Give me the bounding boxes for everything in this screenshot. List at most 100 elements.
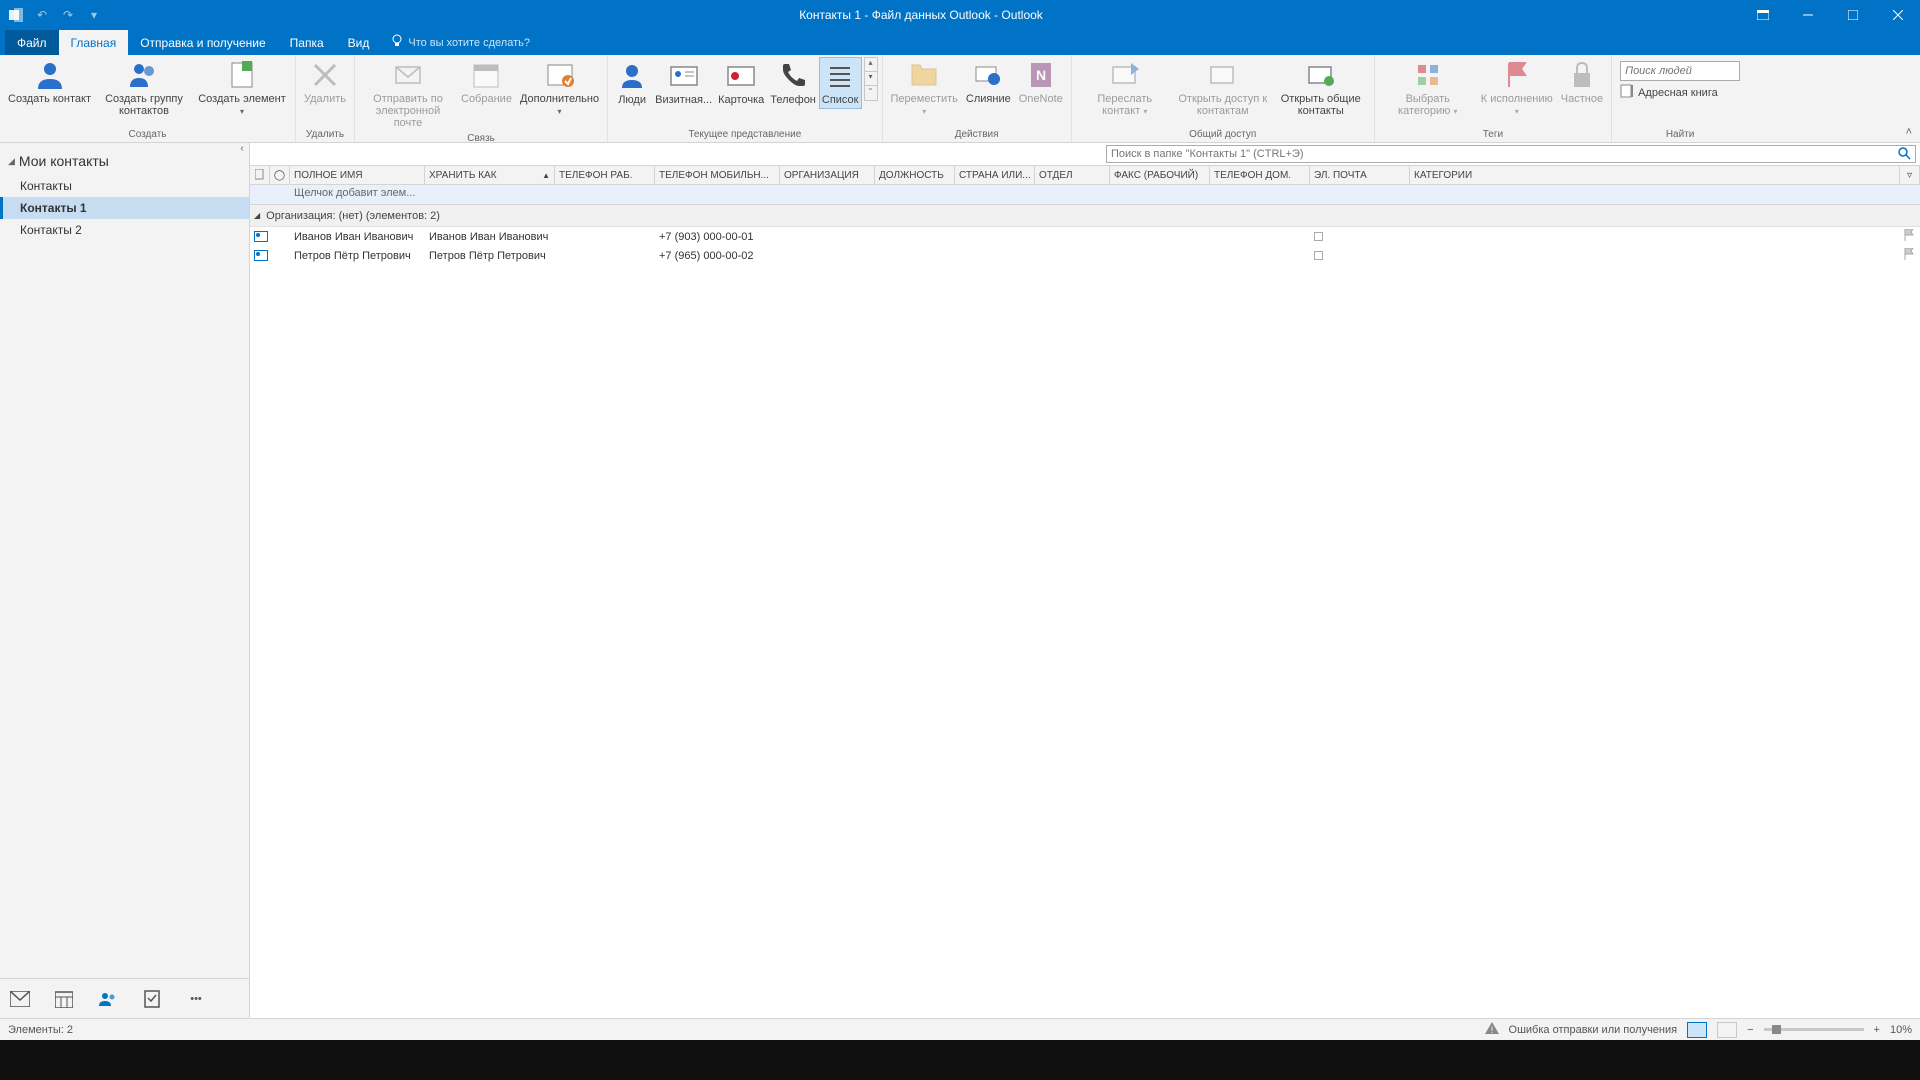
col-categories[interactable]: КАТЕГОРИИ xyxy=(1410,166,1900,184)
sidebar-item[interactable]: Контакты xyxy=(0,175,249,197)
email-checkbox[interactable] xyxy=(1314,251,1323,260)
tell-me-search[interactable]: Что вы хотите сделать? xyxy=(391,30,530,55)
view-list-button[interactable]: Список xyxy=(819,57,862,109)
email-checkbox[interactable] xyxy=(1314,232,1323,241)
view-people-button[interactable]: Люди xyxy=(612,57,652,109)
col-home-phone[interactable]: ТЕЛЕФОН ДОМ. xyxy=(1210,166,1310,184)
col-icon[interactable] xyxy=(250,166,270,184)
col-work-phone[interactable]: ТЕЛЕФОН РАБ. xyxy=(555,166,655,184)
new-contact-button[interactable]: Создать контакт xyxy=(4,57,95,107)
forward-contact-button: Переслать контакт ▾ xyxy=(1076,57,1174,119)
contact-card-icon xyxy=(254,231,268,242)
redo-icon[interactable]: ↷ xyxy=(60,7,76,23)
content-area: ◯ ПОЛНОЕ ИМЯ ХРАНИТЬ КАК▲ ТЕЛЕФОН РАБ. Т… xyxy=(250,143,1920,1018)
mail-merge-button[interactable]: Слияние xyxy=(962,57,1015,107)
ribbon: Создать контакт Создать группу контактов… xyxy=(0,55,1920,143)
nav-bar: ••• xyxy=(0,978,249,1018)
tab-view[interactable]: Вид xyxy=(336,30,382,55)
click-to-add-row[interactable]: Щелчок добавит элем... xyxy=(250,185,1920,205)
navigation-pane: ‹ ◢ Мои контакты КонтактыКонтакты 1Конта… xyxy=(0,143,250,1018)
search-icon[interactable] xyxy=(1893,146,1915,162)
flag-icon[interactable] xyxy=(1904,229,1914,241)
status-bar: Элементы: 2 ! Ошибка отправки или получе… xyxy=(0,1018,1920,1040)
zoom-out-icon[interactable]: − xyxy=(1747,1024,1753,1036)
send-receive-error[interactable]: Ошибка отправки или получения xyxy=(1509,1024,1678,1036)
window-title: Контакты 1 - Файл данных Outlook - Outlo… xyxy=(102,8,1740,22)
sidebar-item[interactable]: Контакты 2 xyxy=(0,219,249,241)
calendar-nav-icon[interactable] xyxy=(54,989,74,1009)
minimize-button[interactable] xyxy=(1785,0,1830,30)
close-button[interactable] xyxy=(1875,0,1920,30)
normal-view-toggle[interactable] xyxy=(1687,1022,1707,1038)
collapse-sidebar-icon[interactable]: ‹ xyxy=(235,143,249,157)
svg-text:N: N xyxy=(1036,67,1046,83)
qat-customize-icon[interactable]: ▾ xyxy=(86,7,102,23)
tasks-nav-icon[interactable] xyxy=(142,989,162,1009)
contact-row[interactable]: Петров Пётр ПетровичПетров Пётр Петрович… xyxy=(250,246,1920,265)
onenote-button: N OneNote xyxy=(1015,57,1067,107)
col-attachment[interactable]: ◯ xyxy=(270,166,290,184)
col-title[interactable]: ДОЛЖНОСТЬ xyxy=(875,166,955,184)
col-mobile[interactable]: ТЕЛЕФОН МОБИЛЬН... xyxy=(655,166,780,184)
folder-search-input[interactable] xyxy=(1107,146,1893,162)
collapse-ribbon-icon[interactable]: ˄ xyxy=(1898,122,1920,142)
view-card-button[interactable]: Карточка xyxy=(715,57,767,109)
col-fullname[interactable]: ПОЛНОЕ ИМЯ xyxy=(290,166,425,184)
warning-icon: ! xyxy=(1485,1022,1499,1037)
col-fax[interactable]: ФАКС (РАБОЧИЙ) xyxy=(1110,166,1210,184)
col-company[interactable]: ОРГАНИЗАЦИЯ xyxy=(780,166,875,184)
tab-send-receive[interactable]: Отправка и получение xyxy=(128,30,277,55)
lightbulb-icon xyxy=(391,34,403,51)
outlook-icon xyxy=(8,7,24,23)
more-nav-icon[interactable]: ••• xyxy=(186,989,206,1009)
group-find-label: Найти xyxy=(1616,127,1744,142)
reading-view-toggle[interactable] xyxy=(1717,1022,1737,1038)
search-people-input[interactable] xyxy=(1620,61,1740,81)
view-gallery-more[interactable]: ▴▾⁼ xyxy=(864,57,878,101)
folder-search[interactable] xyxy=(1106,145,1916,163)
open-shared-button[interactable]: Открыть общие контакты xyxy=(1272,57,1370,119)
caret-down-icon: ◢ xyxy=(8,156,15,167)
address-book-label: Адресная книга xyxy=(1638,87,1718,99)
new-item-button[interactable]: Создать элемент ▾ xyxy=(193,57,291,119)
col-department[interactable]: ОТДЕЛ xyxy=(1035,166,1110,184)
taskbar xyxy=(0,1040,1920,1080)
undo-icon[interactable]: ↶ xyxy=(34,7,50,23)
follow-up-button: К исполнению▾ xyxy=(1477,57,1557,119)
more-comm-button[interactable]: Дополнительно▾ xyxy=(516,57,603,119)
view-phone-button[interactable]: Телефон xyxy=(767,57,819,109)
zoom-slider[interactable] xyxy=(1764,1028,1864,1031)
zoom-in-icon[interactable]: + xyxy=(1874,1024,1880,1036)
tab-folder[interactable]: Папка xyxy=(278,30,336,55)
col-email[interactable]: ЭЛ. ПОЧТА xyxy=(1310,166,1410,184)
flag-icon[interactable] xyxy=(1904,248,1914,260)
col-country[interactable]: СТРАНА ИЛИ... xyxy=(955,166,1035,184)
sidebar-item[interactable]: Контакты 1 xyxy=(0,197,249,219)
group-tags-label: Теги xyxy=(1379,127,1607,142)
contact-row[interactable]: Иванов Иван ИвановичИванов Иван Иванович… xyxy=(250,227,1920,246)
view-business-card-button[interactable]: Визитная... xyxy=(652,57,715,109)
group-header-label: Организация: (нет) (элементов: 2) xyxy=(266,210,440,222)
group-delete-label: Удалить xyxy=(300,127,350,142)
group-header[interactable]: ◢ Организация: (нет) (элементов: 2) xyxy=(250,205,1920,227)
move-button: Переместить▾ xyxy=(887,57,962,119)
sort-asc-icon: ▲ xyxy=(542,171,550,180)
delete-button: Удалить xyxy=(300,57,350,107)
my-contacts-header[interactable]: ◢ Мои контакты xyxy=(0,143,249,175)
zoom-label: 10% xyxy=(1890,1024,1912,1036)
mail-nav-icon[interactable] xyxy=(10,989,30,1009)
new-contact-group-button[interactable]: Создать группу контактов xyxy=(95,57,193,119)
col-fileas[interactable]: ХРАНИТЬ КАК▲ xyxy=(425,166,555,184)
tab-file[interactable]: Файл xyxy=(5,30,59,55)
tab-home[interactable]: Главная xyxy=(59,30,129,55)
group-new-label: Создать xyxy=(4,127,291,142)
title-bar: ↶ ↷ ▾ Контакты 1 - Файл данных Outlook -… xyxy=(0,0,1920,30)
col-flag[interactable]: ▿ xyxy=(1900,166,1920,184)
add-hint-label: Щелчок добавит элем... xyxy=(290,185,425,204)
book-icon xyxy=(1620,84,1634,101)
address-book-button[interactable]: Адресная книга xyxy=(1620,84,1740,101)
people-nav-icon[interactable] xyxy=(98,989,118,1009)
ribbon-display-icon[interactable] xyxy=(1740,0,1785,30)
private-button: Частное xyxy=(1557,57,1607,107)
maximize-button[interactable] xyxy=(1830,0,1875,30)
